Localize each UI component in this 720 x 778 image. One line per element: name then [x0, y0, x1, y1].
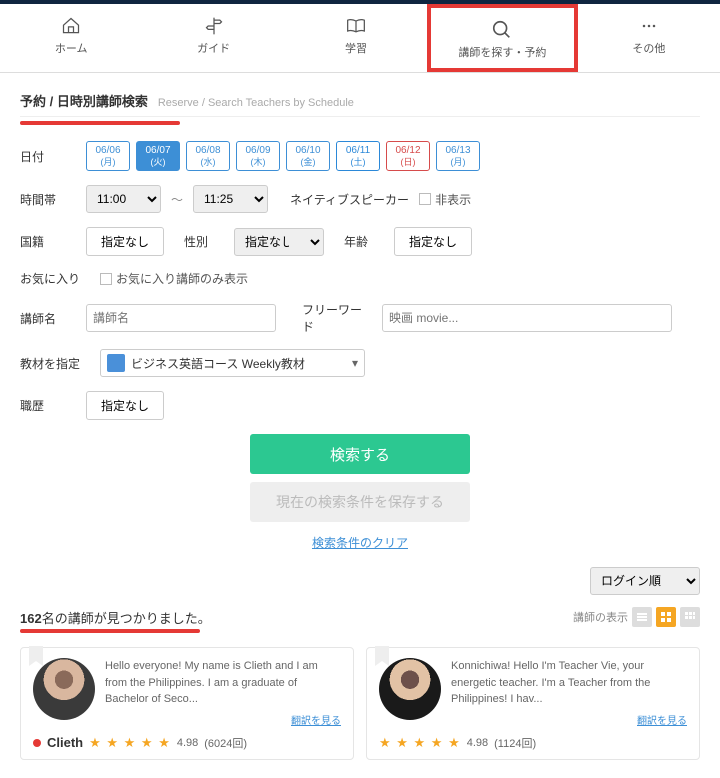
nav-guide[interactable]: ガイド — [142, 4, 284, 72]
career-label: 職歴 — [20, 397, 76, 414]
signpost-icon — [142, 14, 284, 38]
status-dot — [33, 739, 41, 747]
rating-count: (6024回) — [204, 735, 247, 751]
rating-count: (1124回) — [494, 735, 536, 751]
date-chip-7[interactable]: 06/13(月) — [436, 141, 480, 171]
date-chip-5[interactable]: 06/11(土) — [336, 141, 380, 171]
date-chip-3[interactable]: 06/09(木) — [236, 141, 280, 171]
more-icon — [578, 14, 720, 38]
hide-native-checkbox[interactable]: 非表示 — [419, 191, 471, 208]
nav-study[interactable]: 学習 — [285, 4, 427, 72]
teacher-name-label: 講師名 — [20, 310, 76, 327]
favorite-only-checkbox[interactable]: お気に入り講師のみ表示 — [100, 270, 248, 287]
search-icon — [431, 18, 573, 42]
material-icon — [107, 354, 125, 372]
view-grid-button[interactable] — [656, 607, 676, 627]
nav-home[interactable]: ホーム — [0, 4, 142, 72]
view-toggle: 講師の表示 — [573, 607, 700, 627]
date-chips: 06/06(月) 06/07(火) 06/08(水) 06/09(木) 06/1… — [86, 141, 480, 171]
teacher-card[interactable]: Konnichiwa! Hello I'm Teacher Vie, your … — [366, 647, 700, 760]
age-label: 年齢 — [344, 233, 384, 250]
teacher-intro: Konnichiwa! Hello I'm Teacher Vie, your … — [451, 658, 687, 708]
bookmark-icon[interactable] — [373, 646, 391, 668]
date-chip-4[interactable]: 06/10(金) — [286, 141, 330, 171]
native-label: ネイティブスピーカー — [290, 191, 409, 208]
sort-select[interactable]: ログイン順 — [590, 567, 700, 595]
title-underline — [20, 121, 180, 125]
home-icon — [0, 14, 142, 38]
clear-conditions-link[interactable]: 検索条件のクリア — [20, 534, 700, 551]
view-translation-link[interactable]: 翻訳を見る — [105, 712, 341, 727]
book-icon — [285, 14, 427, 38]
gender-select[interactable]: 指定なし — [234, 228, 324, 256]
view-translation-link[interactable]: 翻訳を見る — [451, 712, 687, 727]
freeword-label: フリーワード — [302, 301, 372, 335]
time-separator: 〜 — [171, 191, 183, 208]
date-chip-2[interactable]: 06/08(水) — [186, 141, 230, 171]
page-subtitle: Reserve / Search Teachers by Schedule — [158, 97, 354, 109]
search-button[interactable]: 検索する — [250, 434, 470, 474]
teacher-intro: Hello everyone! My name is Clieth and I … — [105, 658, 341, 708]
date-chip-0[interactable]: 06/06(月) — [86, 141, 130, 171]
nationality-label: 国籍 — [20, 233, 76, 250]
time-from-select[interactable]: 11:00 — [86, 185, 161, 213]
result-count: 162名の講師が見つかりました。 — [20, 608, 211, 627]
rating-stars: ★ ★ ★ ★ ★ — [379, 735, 461, 751]
gender-label: 性別 — [184, 233, 224, 250]
bookmark-icon[interactable] — [27, 646, 45, 668]
rating-stars: ★ ★ ★ ★ ★ — [89, 735, 171, 751]
time-label: 時間帯 — [20, 191, 76, 208]
rating-value: 4.98 — [177, 737, 198, 749]
material-select[interactable]: ビジネス英語コース Weekly教材 ▾ — [100, 349, 365, 377]
save-conditions-button: 現在の検索条件を保存する — [250, 482, 470, 522]
favorite-label: お気に入り — [20, 270, 90, 287]
rating-value: 4.98 — [467, 737, 488, 749]
time-to-select[interactable]: 11:25 — [193, 185, 268, 213]
teacher-name: Clieth — [47, 735, 83, 750]
freeword-input[interactable] — [382, 304, 672, 332]
nav-search-teacher[interactable]: 講師を探す・予約 — [427, 4, 577, 72]
material-label: 教材を指定 — [20, 355, 90, 372]
nationality-button[interactable]: 指定なし — [86, 227, 164, 256]
top-nav: ホーム ガイド 学習 講師を探す・予約 その他 — [0, 4, 720, 73]
chevron-down-icon: ▾ — [352, 356, 358, 370]
career-button[interactable]: 指定なし — [86, 391, 164, 420]
nav-other[interactable]: その他 — [578, 4, 720, 72]
date-chip-6[interactable]: 06/12(日) — [386, 141, 430, 171]
page-title: 予約 / 日時別講師検索 — [20, 91, 148, 110]
teacher-name-input[interactable] — [86, 304, 276, 332]
teacher-card[interactable]: Hello everyone! My name is Clieth and I … — [20, 647, 354, 760]
results-underline — [20, 629, 200, 633]
date-label: 日付 — [20, 148, 76, 165]
view-compact-button[interactable] — [680, 607, 700, 627]
view-list-button[interactable] — [632, 607, 652, 627]
date-chip-1[interactable]: 06/07(火) — [136, 141, 180, 171]
age-button[interactable]: 指定なし — [394, 227, 472, 256]
